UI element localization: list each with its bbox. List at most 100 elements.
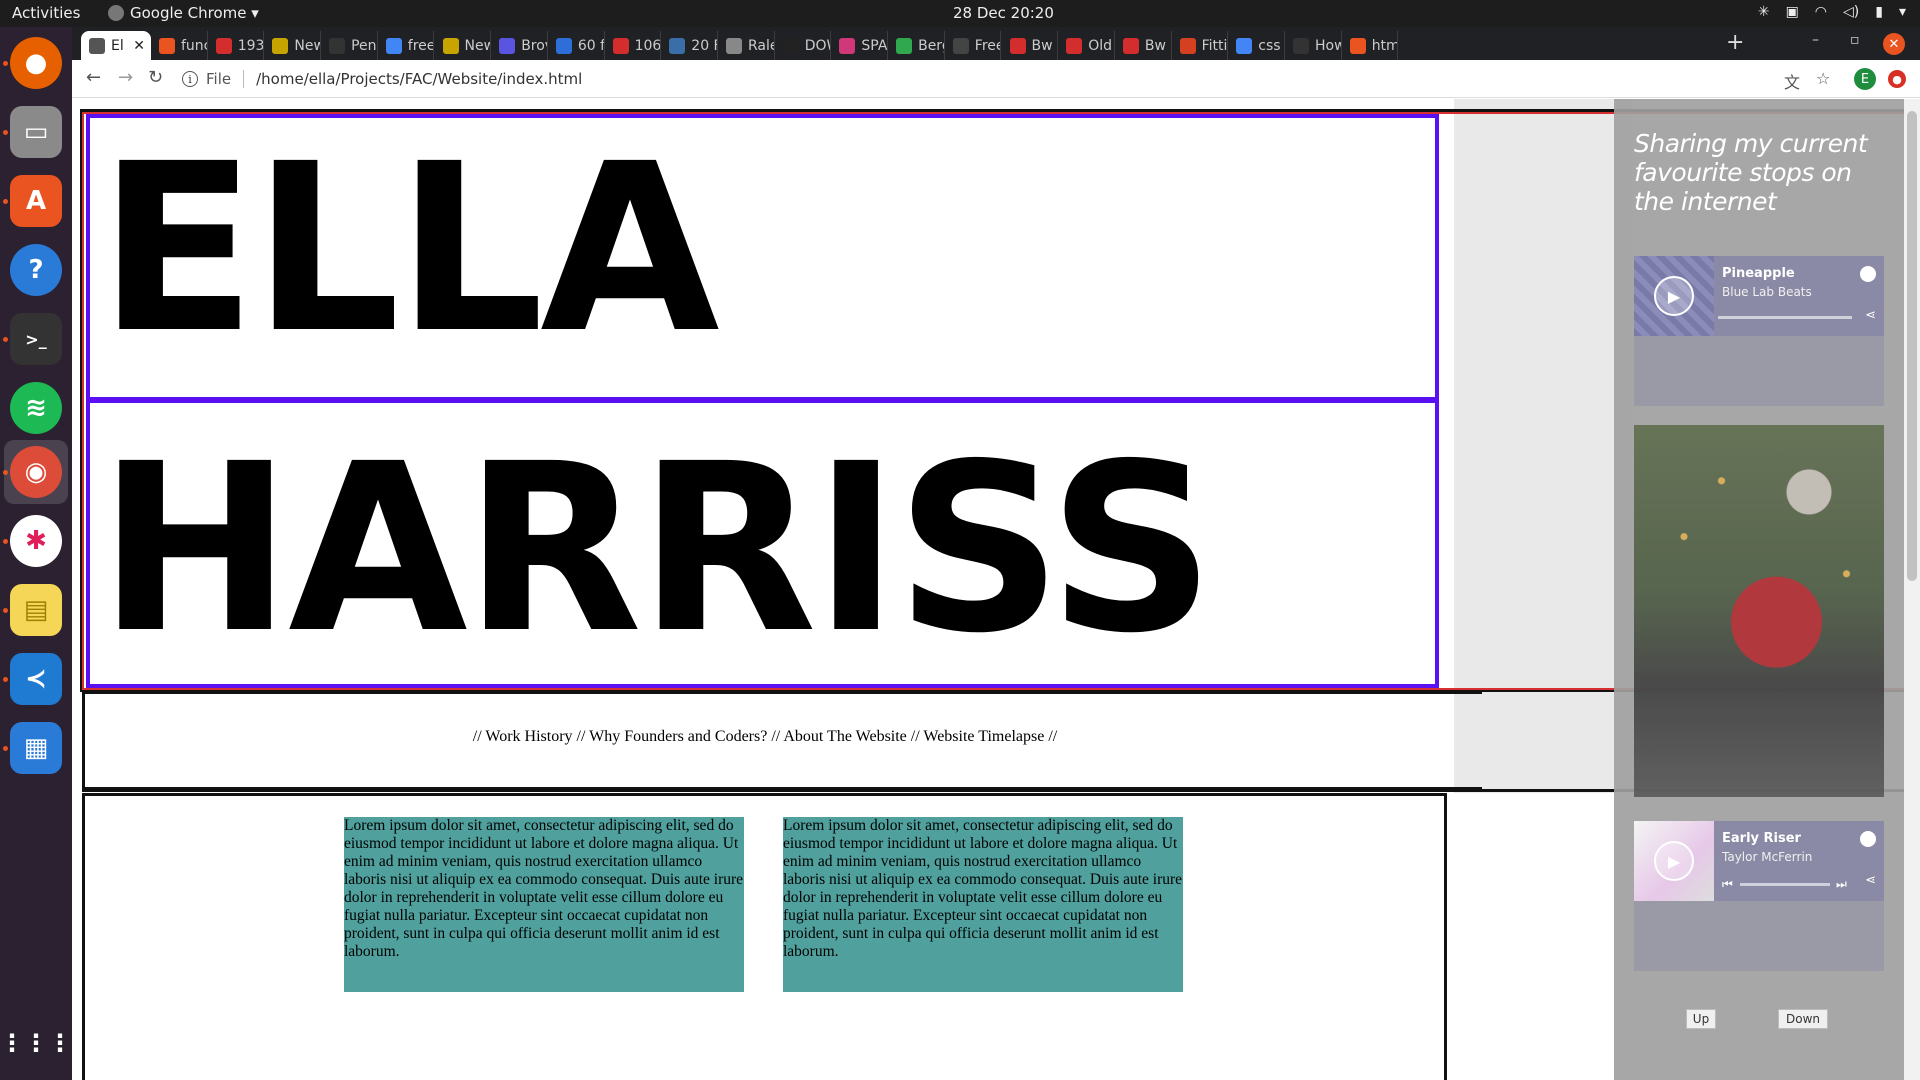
tab-label: SPAI (861, 37, 888, 54)
browser-tab[interactable]: Penc (321, 31, 378, 60)
bookmark-star-icon[interactable]: ☆ (1816, 69, 1830, 88)
scroll-down-button[interactable]: Down (1778, 1009, 1828, 1029)
browser-tab[interactable]: Old I (1058, 31, 1115, 60)
track-title[interactable]: Pineapple (1722, 266, 1795, 281)
nav-links[interactable]: // Work History // Why Founders and Code… (85, 728, 1445, 746)
browser-tab[interactable]: New (264, 31, 322, 60)
spotify-icon[interactable]: ≋ (10, 382, 62, 434)
share-icon[interactable]: ⋖ (1865, 308, 1876, 323)
libreoffice-writer-icon[interactable]: ▦ (10, 722, 62, 774)
browser-tab[interactable]: SPAI (831, 31, 889, 60)
progress-bar[interactable] (1718, 316, 1852, 319)
forward-button[interactable]: → (118, 67, 133, 88)
running-indicator (3, 337, 8, 342)
track-artist[interactable]: Blue Lab Beats (1722, 285, 1812, 299)
browser-tab[interactable]: 20 Fa (661, 31, 718, 60)
minimize-button[interactable]: – (1812, 32, 1819, 48)
track-artist[interactable]: Taylor McFerrin (1722, 850, 1812, 864)
content-section (82, 793, 1447, 1080)
zoom-tray-icon[interactable]: ▣ (1786, 4, 1799, 20)
extension-icon[interactable]: ● (1888, 70, 1906, 88)
browser-tab[interactable]: 106 I (605, 31, 662, 60)
tab-favicon-icon (782, 37, 799, 54)
browser-tab[interactable]: Free (945, 31, 1002, 60)
play-button[interactable]: ▶ (1654, 276, 1694, 316)
vscode-icon[interactable]: ≺ (10, 653, 62, 705)
slack-icon[interactable]: ✱ (10, 515, 62, 567)
app-menu[interactable]: Google Chrome ▾ (108, 4, 259, 22)
tab-favicon-icon (726, 37, 742, 54)
battery-icon[interactable]: ▮ (1875, 4, 1883, 20)
software-center-icon[interactable]: A (10, 175, 62, 227)
sticky-notes-icon[interactable]: ▤ (10, 584, 62, 636)
browser-tab[interactable]: css f (1228, 31, 1285, 60)
restore-button[interactable]: ▫ (1850, 32, 1860, 48)
new-tab-button[interactable]: + (1726, 30, 1744, 55)
tab-label: 20 Fa (691, 37, 717, 54)
name-first-box: ELLA (86, 114, 1439, 401)
browser-tab[interactable]: html (1342, 31, 1399, 60)
tab-label: Rale (748, 37, 774, 54)
browser-tab[interactable]: free (378, 31, 435, 60)
tab-favicon-icon (1236, 37, 1253, 54)
back-button[interactable]: ← (86, 67, 101, 88)
navigation: // Work History // Why Founders and Code… (82, 691, 1482, 790)
files-icon[interactable]: ▭ (10, 106, 62, 158)
tab-label: 106 I (634, 37, 662, 54)
browser-tab[interactable]: El ✕ (81, 31, 151, 60)
tab-label: 193 I (237, 37, 265, 54)
browser-tab[interactable]: Fitti (1172, 31, 1229, 60)
share-icon[interactable]: ⋖ (1865, 873, 1876, 888)
page-scrollbar[interactable] (1904, 99, 1920, 1080)
next-track-icon[interactable]: ⏭ (1836, 877, 1847, 892)
close-window-button[interactable]: ✕ (1883, 33, 1905, 55)
browser-tab[interactable]: New (435, 31, 492, 60)
translate-icon[interactable]: 文 (1784, 69, 1800, 93)
help-icon[interactable]: ? (10, 244, 62, 296)
profile-avatar[interactable]: E (1854, 68, 1876, 90)
tab-label: Fitti (1201, 37, 1228, 54)
tab-favicon-icon (1293, 37, 1309, 54)
terminal-icon[interactable]: >_ (10, 313, 62, 365)
clock[interactable]: 28 Dec 20:20 (953, 4, 1054, 22)
tab-favicon-icon (159, 37, 175, 54)
show-applications-icon[interactable]: ⋮⋮⋮ (0, 1017, 72, 1069)
chrome-icon[interactable]: ◉ (10, 446, 62, 498)
tab-favicon-icon (896, 37, 913, 54)
browser-tab[interactable]: How (1285, 31, 1342, 60)
play-button[interactable]: ▶ (1654, 841, 1694, 881)
browser-tab[interactable]: Rale (718, 31, 775, 60)
scrollbar-thumb[interactable] (1907, 111, 1917, 581)
scroll-up-button[interactable]: Up (1686, 1009, 1716, 1029)
tab-close-icon[interactable]: ✕ (133, 38, 145, 54)
browser-tab[interactable]: 193 I (208, 31, 265, 60)
site-info-icon[interactable]: i (182, 71, 198, 87)
activities-button[interactable]: Activities (12, 4, 80, 22)
browser-tab[interactable]: DOW (775, 31, 832, 60)
browser-tab[interactable]: Bw C (1115, 31, 1172, 60)
browser-tab[interactable]: Brov (491, 31, 548, 60)
reload-button[interactable]: ↻ (148, 67, 163, 88)
address-bar[interactable]: i File /home/ella/Projects/FAC/Website/i… (182, 64, 1782, 94)
volume-icon[interactable]: ◁) (1843, 4, 1859, 20)
favourites-sidebar: Sharing my current favourite stops on th… (1614, 99, 1920, 1080)
system-menu-chevron-icon[interactable]: ▾ (1899, 4, 1906, 20)
progress-bar[interactable] (1740, 883, 1830, 886)
spotify-logo-icon[interactable] (1860, 831, 1876, 847)
name-last: HARRISS (98, 414, 1215, 684)
wifi-icon[interactable]: ◠ (1815, 4, 1827, 20)
browser-tab[interactable]: Berg (888, 31, 945, 60)
tab-label: 60 fr (577, 37, 604, 54)
track-title[interactable]: Early Riser (1722, 831, 1801, 846)
address-scheme: File (206, 70, 232, 88)
firefox-icon[interactable]: ● (10, 37, 62, 89)
spotify-logo-icon[interactable] (1860, 266, 1876, 282)
browser-tab[interactable]: 60 fr (548, 31, 605, 60)
browser-tab[interactable]: func (151, 31, 208, 60)
slack-tray-icon[interactable]: ✳ (1758, 4, 1770, 20)
browser-tab[interactable]: Bw C (1002, 31, 1059, 60)
address-url[interactable]: /home/ella/Projects/FAC/Website/index.ht… (256, 70, 582, 88)
player-lower-area (1634, 901, 1884, 971)
previous-track-icon[interactable]: ⏮ (1722, 877, 1733, 892)
system-tray[interactable]: ✳ ▣ ◠ ◁) ▮ ▾ (1758, 4, 1906, 20)
